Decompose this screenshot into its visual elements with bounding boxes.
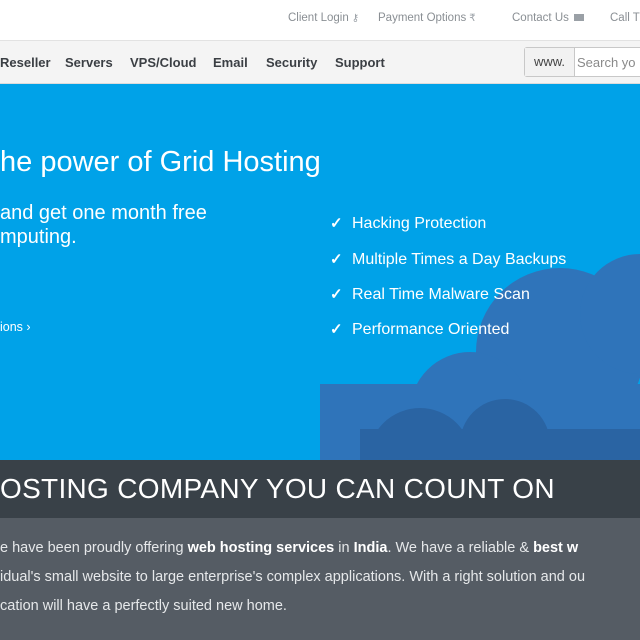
intro-text: . We have a reliable & bbox=[387, 540, 534, 556]
nav-item-support[interactable]: Support bbox=[335, 55, 385, 70]
domain-search: www. bbox=[524, 47, 640, 77]
intro-text: e have been proudly offering bbox=[0, 540, 188, 556]
nav-item-security[interactable]: Security bbox=[266, 55, 317, 70]
feature-label: Hacking Protection bbox=[352, 215, 487, 232]
contact-us-label: Contact Us bbox=[512, 12, 569, 24]
hero-title: he power of Grid Hosting bbox=[0, 146, 321, 178]
intro-line-3: cation will have a perfectly suited new … bbox=[0, 598, 287, 614]
intro-line-1: e have been proudly offering web hosting… bbox=[0, 540, 578, 556]
contact-us-link[interactable]: Contact Us bbox=[512, 12, 584, 24]
client-login-link[interactable]: Client Login ⚷ bbox=[288, 12, 359, 24]
intro-text: in bbox=[334, 540, 354, 556]
check-icon: ✓ bbox=[330, 251, 343, 268]
payment-options-label: Payment Options bbox=[378, 12, 467, 24]
payment-options-link[interactable]: Payment Options ₹ bbox=[378, 12, 476, 24]
feature-label: Real Time Malware Scan bbox=[352, 286, 530, 303]
nav-item-email[interactable]: Email bbox=[213, 55, 248, 70]
domain-prefix-select[interactable]: www. bbox=[525, 48, 575, 76]
nav-item-servers[interactable]: Servers bbox=[65, 55, 113, 70]
check-icon: ✓ bbox=[330, 286, 343, 303]
hero-subtitle-line-1: and get one month free bbox=[0, 202, 207, 224]
section-heading: OSTING COMPANY YOU CAN COUNT ON bbox=[0, 473, 555, 504]
domain-search-input[interactable] bbox=[577, 52, 640, 72]
feature-item: ✓ Multiple Times a Day Backups bbox=[330, 250, 566, 274]
hero-subtitle: and get one month free mputing. bbox=[0, 201, 207, 249]
feature-label: Multiple Times a Day Backups bbox=[352, 251, 567, 268]
intro-bold-india: India bbox=[353, 540, 388, 556]
feature-item: ✓ Hacking Protection bbox=[330, 214, 486, 238]
intro-copy: e have been proudly offering web hosting… bbox=[0, 518, 640, 640]
call-link[interactable]: Call T bbox=[610, 12, 640, 24]
mail-icon bbox=[573, 14, 584, 22]
nav-item-vps-cloud[interactable]: VPS/Cloud bbox=[130, 55, 196, 70]
hero-options-link[interactable]: ions › bbox=[0, 320, 31, 334]
intro-bold-services: web hosting services bbox=[187, 540, 335, 556]
rupee-icon: ₹ bbox=[469, 13, 476, 24]
call-label: Call T bbox=[610, 12, 640, 24]
feature-item: ✓ Real Time Malware Scan bbox=[330, 285, 530, 309]
feature-label: Performance Oriented bbox=[352, 321, 510, 338]
intro-bold-best: best w bbox=[533, 540, 579, 556]
key-icon: ⚷ bbox=[351, 13, 360, 24]
check-icon: ✓ bbox=[330, 215, 343, 232]
top-utility-bar: Client Login ⚷ Payment Options ₹ Contact U… bbox=[0, 0, 640, 40]
hero-subtitle-line-2: mputing. bbox=[0, 226, 77, 248]
nav-item-reseller[interactable]: Reseller bbox=[0, 55, 51, 70]
intro-line-2: idual's small website to large enterpris… bbox=[0, 569, 586, 585]
feature-item: ✓ Performance Oriented bbox=[330, 320, 509, 344]
section-heading-band: OSTING COMPANY YOU CAN COUNT ON bbox=[0, 460, 640, 518]
client-login-label: Client Login bbox=[288, 12, 349, 24]
check-icon: ✓ bbox=[330, 321, 343, 338]
hero-banner: he power of Grid Hosting and get one mon… bbox=[0, 84, 640, 460]
